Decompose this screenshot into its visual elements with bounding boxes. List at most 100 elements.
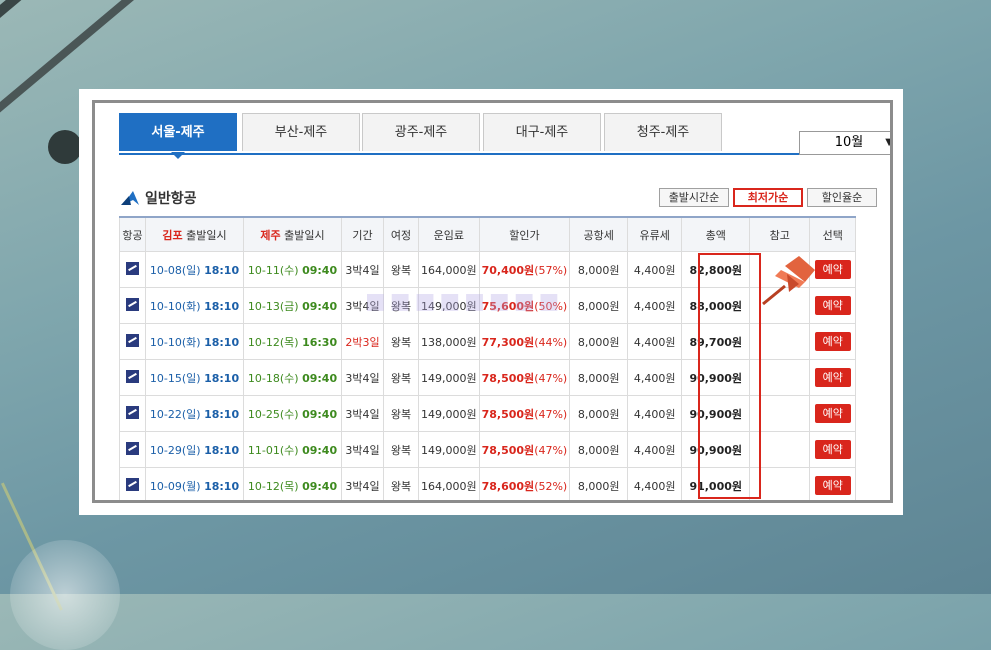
airline-cell bbox=[119, 395, 146, 432]
departure-cell: 10-09(월) 18:10 bbox=[145, 467, 244, 500]
select-cell: 예약 bbox=[809, 467, 857, 500]
tab-daegu-jeju[interactable]: 대구-제주 bbox=[483, 113, 601, 151]
sort-by-discount-button[interactable]: 할인율순 bbox=[807, 188, 877, 207]
total-cell: 90,900원 bbox=[681, 359, 751, 396]
departure-origin-label: 김포 bbox=[162, 228, 183, 242]
trip-cell: 왕복 bbox=[383, 395, 419, 432]
return-cell: 10-18(수) 09:40 bbox=[243, 359, 342, 396]
period-cell: 3박4일 bbox=[341, 251, 384, 288]
return-cell: 10-25(수) 09:40 bbox=[243, 395, 342, 432]
col-header-fuel-tax: 유류세 bbox=[627, 216, 683, 252]
airport-tax-cell: 8,000원 bbox=[569, 359, 629, 396]
discount-rate: (47%) bbox=[534, 371, 568, 385]
col-header-total: 총액 bbox=[681, 216, 751, 252]
trip-cell: 왕복 bbox=[383, 359, 419, 396]
departure-cell: 10-10(화) 18:10 bbox=[145, 287, 244, 324]
airline-logo-icon bbox=[126, 261, 139, 275]
reserve-button[interactable]: 예약 bbox=[814, 332, 851, 351]
departure-date: 10-10(화) bbox=[149, 335, 201, 349]
discount-cell: 78,500원(47%) bbox=[478, 395, 571, 432]
departure-cell: 10-10(화) 18:10 bbox=[145, 323, 244, 360]
departure-time: 18:10 bbox=[204, 371, 240, 385]
return-cell: 10-11(수) 09:40 bbox=[243, 251, 342, 288]
sort-by-lowest-price-button[interactable]: 최저가순 bbox=[733, 188, 803, 207]
return-time: 09:40 bbox=[302, 371, 338, 385]
airport-tax-cell: 8,000원 bbox=[569, 287, 629, 324]
departure-time: 18:10 bbox=[204, 479, 240, 493]
fare-cell: 164,000원 bbox=[418, 467, 480, 500]
discount-price: 78,500원 bbox=[481, 371, 535, 385]
discount-price: 78,500원 bbox=[481, 443, 535, 457]
fare-cell: 149,000원 bbox=[418, 395, 480, 432]
fuel-tax-cell: 4,400원 bbox=[627, 395, 683, 432]
reserve-button[interactable]: 예약 bbox=[814, 476, 851, 495]
departure-time: 18:10 bbox=[204, 263, 240, 277]
discount-cell: 77,300원(44%) bbox=[478, 323, 571, 360]
airline-cell bbox=[119, 467, 146, 500]
note-cell bbox=[749, 323, 811, 360]
fare-cell: 149,000원 bbox=[418, 359, 480, 396]
fuel-tax-cell: 4,400원 bbox=[627, 359, 683, 396]
fuel-tax-cell: 4,400원 bbox=[627, 431, 683, 468]
fare-cell: 149,000원 bbox=[418, 287, 480, 324]
col-header-airline: 항공 bbox=[119, 216, 146, 252]
table-row: 10-29(일) 18:10 11-01(수) 09:40 3박4일 왕복 149,00… bbox=[119, 431, 857, 468]
tab-busan-jeju[interactable]: 부산-제주 bbox=[242, 113, 360, 151]
col-header-select: 선택 bbox=[809, 216, 857, 252]
route-tabs: 서울-제주 부산-제주 광주-제주 대구-제주 청주-제주 10월 ▼ bbox=[119, 113, 890, 159]
period-cell: 3박4일 bbox=[341, 467, 384, 500]
discount-rate: (57%) bbox=[534, 263, 568, 277]
month-select-value: 10월 bbox=[834, 135, 864, 150]
chevron-down-icon: ▼ bbox=[885, 137, 893, 148]
reserve-button[interactable]: 예약 bbox=[814, 368, 851, 387]
table-row: 10-15(일) 18:10 10-18(수) 09:40 3박4일 왕복 149,00… bbox=[119, 359, 857, 396]
departure-suffix-label: 출발일시 bbox=[186, 228, 227, 242]
fuel-tax-cell: 4,400원 bbox=[627, 323, 683, 360]
fuel-tax-cell: 4,400원 bbox=[627, 287, 683, 324]
total-cell: 91,000원 bbox=[681, 467, 751, 500]
airline-cell bbox=[119, 431, 146, 468]
departure-date: 10-10(화) bbox=[149, 299, 201, 313]
tab-gwangju-jeju[interactable]: 광주-제주 bbox=[362, 113, 480, 151]
col-header-trip: 여정 bbox=[383, 216, 419, 252]
background-lamp-head bbox=[48, 130, 82, 164]
departure-time: 18:10 bbox=[204, 299, 240, 313]
return-date: 10-18(수) bbox=[247, 371, 299, 385]
tab-cheongju-jeju[interactable]: 청주-제주 bbox=[604, 113, 722, 151]
col-header-departure: 김포 출발일시 bbox=[145, 216, 244, 252]
note-cell bbox=[749, 467, 811, 500]
fuel-tax-cell: 4,400원 bbox=[627, 251, 683, 288]
month-select[interactable]: 10월 ▼ bbox=[799, 131, 893, 155]
discount-price: 75,600원 bbox=[481, 299, 535, 313]
reserve-button[interactable]: 예약 bbox=[814, 404, 851, 423]
departure-cell: 10-29(일) 18:10 bbox=[145, 431, 244, 468]
select-cell: 예약 bbox=[809, 395, 857, 432]
fare-cell: 149,000원 bbox=[418, 431, 480, 468]
departure-date: 10-22(일) bbox=[149, 407, 201, 421]
return-origin-label: 제주 bbox=[260, 228, 281, 242]
return-date: 10-25(수) bbox=[247, 407, 299, 421]
col-header-return: 제주 출발일시 bbox=[243, 216, 342, 252]
airline-cell bbox=[119, 287, 146, 324]
discount-price: 78,500원 bbox=[481, 407, 535, 421]
discount-cell: 75,600원(50%) bbox=[478, 287, 571, 324]
return-time: 09:40 bbox=[302, 443, 338, 457]
section-title: 일반항공 bbox=[145, 191, 197, 207]
sort-by-departure-button[interactable]: 출발시간순 bbox=[659, 188, 729, 207]
discount-rate: (44%) bbox=[534, 335, 568, 349]
period-cell: 3박4일 bbox=[341, 287, 384, 324]
table-row: 10-22(일) 18:10 10-25(수) 09:40 3박4일 왕복 149,00… bbox=[119, 395, 857, 432]
discount-rate: (50%) bbox=[534, 299, 568, 313]
pushpin-icon bbox=[762, 256, 815, 306]
trip-cell: 왕복 bbox=[383, 467, 419, 500]
reserve-button[interactable]: 예약 bbox=[814, 440, 851, 459]
airport-tax-cell: 8,000원 bbox=[569, 395, 629, 432]
total-cell: 90,900원 bbox=[681, 395, 751, 432]
airport-tax-cell: 8,000원 bbox=[569, 467, 629, 500]
select-cell: 예약 bbox=[809, 431, 857, 468]
departure-cell: 10-22(일) 18:10 bbox=[145, 395, 244, 432]
return-cell: 10-12(목) 16:30 bbox=[243, 323, 342, 360]
fare-cell: 138,000원 bbox=[418, 323, 480, 360]
return-date: 10-12(목) bbox=[247, 335, 299, 349]
tab-seoul-jeju[interactable]: 서울-제주 bbox=[119, 113, 237, 159]
